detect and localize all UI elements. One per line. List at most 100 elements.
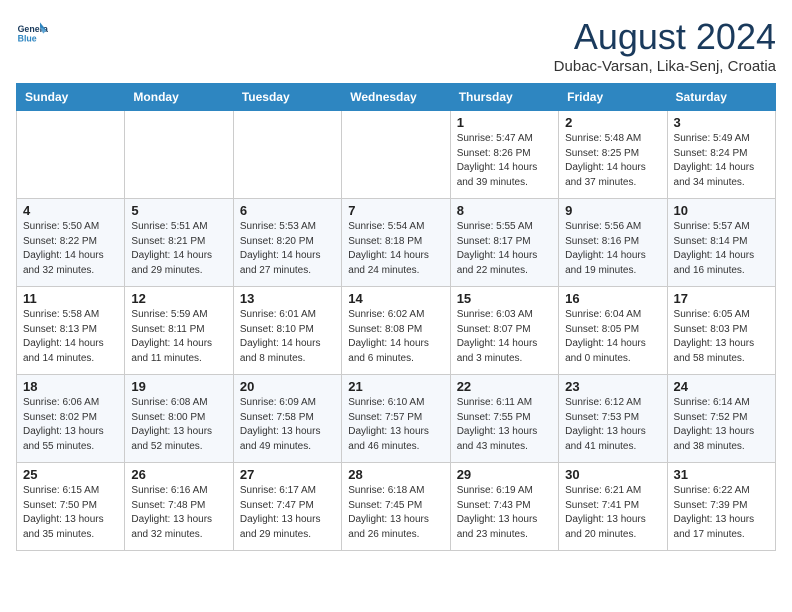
day-info: Sunrise: 6:21 AM Sunset: 7:41 PM Dayligh… — [565, 484, 660, 542]
day-number: 2 — [565, 115, 660, 130]
day-number: 31 — [674, 467, 769, 482]
day-info: Sunrise: 6:11 AM Sunset: 7:55 PM Dayligh… — [457, 396, 552, 454]
day-info: Sunrise: 6:06 AM Sunset: 8:02 PM Dayligh… — [23, 396, 118, 454]
day-info: Sunrise: 5:51 AM Sunset: 8:21 PM Dayligh… — [131, 220, 226, 278]
day-number: 14 — [348, 291, 443, 306]
day-number: 13 — [240, 291, 335, 306]
weekday-header: Monday — [125, 84, 233, 111]
day-number: 27 — [240, 467, 335, 482]
day-info: Sunrise: 6:18 AM Sunset: 7:45 PM Dayligh… — [348, 484, 443, 542]
day-info: Sunrise: 5:53 AM Sunset: 8:20 PM Dayligh… — [240, 220, 335, 278]
weekday-header: Friday — [559, 84, 667, 111]
calendar-day-cell: 13 Sunrise: 6:01 AM Sunset: 8:10 PM Dayli… — [233, 287, 341, 375]
day-info: Sunrise: 5:54 AM Sunset: 8:18 PM Dayligh… — [348, 220, 443, 278]
calendar-day-cell: 18 Sunrise: 6:06 AM Sunset: 8:02 PM Dayli… — [17, 375, 125, 463]
calendar-day-cell: 7 Sunrise: 5:54 AM Sunset: 8:18 PM Daylig… — [342, 199, 450, 287]
day-number: 10 — [674, 203, 769, 218]
calendar-week-row: 25 Sunrise: 6:15 AM Sunset: 7:50 PM Dayli… — [17, 463, 776, 551]
day-number: 5 — [131, 203, 226, 218]
calendar-day-cell: 4 Sunrise: 5:50 AM Sunset: 8:22 PM Daylig… — [17, 199, 125, 287]
calendar-day-cell: 5 Sunrise: 5:51 AM Sunset: 8:21 PM Daylig… — [125, 199, 233, 287]
weekday-header: Saturday — [667, 84, 775, 111]
day-number: 1 — [457, 115, 552, 130]
calendar-day-cell: 28 Sunrise: 6:18 AM Sunset: 7:45 PM Dayli… — [342, 463, 450, 551]
day-number: 16 — [565, 291, 660, 306]
calendar-day-cell: 11 Sunrise: 5:58 AM Sunset: 8:13 PM Dayli… — [17, 287, 125, 375]
day-info: Sunrise: 5:57 AM Sunset: 8:14 PM Dayligh… — [674, 220, 769, 278]
day-info: Sunrise: 6:03 AM Sunset: 8:07 PM Dayligh… — [457, 308, 552, 366]
day-number: 20 — [240, 379, 335, 394]
weekday-header: Wednesday — [342, 84, 450, 111]
svg-text:Blue: Blue — [18, 34, 37, 44]
calendar-day-cell: 31 Sunrise: 6:22 AM Sunset: 7:39 PM Dayli… — [667, 463, 775, 551]
day-number: 12 — [131, 291, 226, 306]
day-info: Sunrise: 6:19 AM Sunset: 7:43 PM Dayligh… — [457, 484, 552, 542]
calendar-day-cell: 9Sunrise: 5:56 AM Sunset: 8:16 PM Daylig… — [559, 199, 667, 287]
day-info: Sunrise: 6:09 AM Sunset: 7:58 PM Dayligh… — [240, 396, 335, 454]
month-year-title: August 2024 — [554, 16, 776, 58]
day-info: Sunrise: 6:15 AM Sunset: 7:50 PM Dayligh… — [23, 484, 118, 542]
calendar-day-cell: 10 Sunrise: 5:57 AM Sunset: 8:14 PM Dayli… — [667, 199, 775, 287]
calendar-day-cell — [17, 111, 125, 199]
calendar-day-cell: 23Sunrise: 6:12 AM Sunset: 7:53 PM Dayli… — [559, 375, 667, 463]
day-info: Sunrise: 6:10 AM Sunset: 7:57 PM Dayligh… — [348, 396, 443, 454]
calendar-day-cell: 24 Sunrise: 6:14 AM Sunset: 7:52 PM Dayli… — [667, 375, 775, 463]
calendar-header-row: SundayMondayTuesdayWednesdayThursdayFrid… — [17, 84, 776, 111]
day-number: 15 — [457, 291, 552, 306]
calendar-day-cell: 8 Sunrise: 5:55 AM Sunset: 8:17 PM Daylig… — [450, 199, 558, 287]
calendar-day-cell: 1 Sunrise: 5:47 AM Sunset: 8:26 PM Daylig… — [450, 111, 558, 199]
day-info: Sunrise: 6:14 AM Sunset: 7:52 PM Dayligh… — [674, 396, 769, 454]
day-info: Sunrise: 6:02 AM Sunset: 8:08 PM Dayligh… — [348, 308, 443, 366]
day-info: Sunrise: 5:55 AM Sunset: 8:17 PM Dayligh… — [457, 220, 552, 278]
day-info: Sunrise: 5:49 AM Sunset: 8:24 PM Dayligh… — [674, 132, 769, 190]
calendar-day-cell: 29 Sunrise: 6:19 AM Sunset: 7:43 PM Dayli… — [450, 463, 558, 551]
title-block: August 2024 Dubac-Varsan, Lika-Senj, Cro… — [554, 16, 776, 75]
day-info: Sunrise: 5:59 AM Sunset: 8:11 PM Dayligh… — [131, 308, 226, 366]
day-number: 26 — [131, 467, 226, 482]
day-info: Sunrise: 5:48 AM Sunset: 8:25 PM Dayligh… — [565, 132, 660, 190]
day-info: Sunrise: 6:22 AM Sunset: 7:39 PM Dayligh… — [674, 484, 769, 542]
calendar-day-cell: 17Sunrise: 6:05 AM Sunset: 8:03 PM Dayli… — [667, 287, 775, 375]
day-number: 28 — [348, 467, 443, 482]
page-header: General Blue August 2024 Dubac-Varsan, L… — [16, 16, 776, 75]
day-info: Sunrise: 6:01 AM Sunset: 8:10 PM Dayligh… — [240, 308, 335, 366]
calendar-week-row: 11 Sunrise: 5:58 AM Sunset: 8:13 PM Dayli… — [17, 287, 776, 375]
calendar-day-cell: 25 Sunrise: 6:15 AM Sunset: 7:50 PM Dayli… — [17, 463, 125, 551]
calendar-day-cell: 16 Sunrise: 6:04 AM Sunset: 8:05 PM Dayli… — [559, 287, 667, 375]
day-number: 17 — [674, 291, 769, 306]
calendar-day-cell: 12 Sunrise: 5:59 AM Sunset: 8:11 PM Dayli… — [125, 287, 233, 375]
day-number: 7 — [348, 203, 443, 218]
day-number: 24 — [674, 379, 769, 394]
day-number: 11 — [23, 291, 118, 306]
calendar-body: 1 Sunrise: 5:47 AM Sunset: 8:26 PM Daylig… — [17, 111, 776, 551]
day-info: Sunrise: 6:16 AM Sunset: 7:48 PM Dayligh… — [131, 484, 226, 542]
calendar-week-row: 1 Sunrise: 5:47 AM Sunset: 8:26 PM Daylig… — [17, 111, 776, 199]
day-number: 8 — [457, 203, 552, 218]
weekday-header: Sunday — [17, 84, 125, 111]
day-info: Sunrise: 5:47 AM Sunset: 8:26 PM Dayligh… — [457, 132, 552, 190]
day-number: 30 — [565, 467, 660, 482]
day-number: 25 — [23, 467, 118, 482]
day-number: 21 — [348, 379, 443, 394]
day-number: 18 — [23, 379, 118, 394]
day-number: 23 — [565, 379, 660, 394]
day-info: Sunrise: 5:58 AM Sunset: 8:13 PM Dayligh… — [23, 308, 118, 366]
calendar-day-cell: 6 Sunrise: 5:53 AM Sunset: 8:20 PM Daylig… — [233, 199, 341, 287]
calendar-day-cell — [233, 111, 341, 199]
calendar-day-cell: 14 Sunrise: 6:02 AM Sunset: 8:08 PM Dayli… — [342, 287, 450, 375]
calendar-day-cell: 2 Sunrise: 5:48 AM Sunset: 8:25 PM Daylig… — [559, 111, 667, 199]
day-info: Sunrise: 5:50 AM Sunset: 8:22 PM Dayligh… — [23, 220, 118, 278]
logo: General Blue — [16, 16, 48, 48]
day-number: 4 — [23, 203, 118, 218]
calendar-week-row: 4 Sunrise: 5:50 AM Sunset: 8:22 PM Daylig… — [17, 199, 776, 287]
day-info: Sunrise: 6:04 AM Sunset: 8:05 PM Dayligh… — [565, 308, 660, 366]
day-number: 29 — [457, 467, 552, 482]
day-number: 6 — [240, 203, 335, 218]
day-number: 3 — [674, 115, 769, 130]
calendar-day-cell: 20 Sunrise: 6:09 AM Sunset: 7:58 PM Dayli… — [233, 375, 341, 463]
day-info: Sunrise: 5:56 AM Sunset: 8:16 PM Dayligh… — [565, 220, 660, 278]
calendar-day-cell: 30 Sunrise: 6:21 AM Sunset: 7:41 PM Dayli… — [559, 463, 667, 551]
calendar-day-cell: 15 Sunrise: 6:03 AM Sunset: 8:07 PM Dayli… — [450, 287, 558, 375]
calendar-day-cell: 19Sunrise: 6:08 AM Sunset: 8:00 PM Dayli… — [125, 375, 233, 463]
calendar-day-cell: 3 Sunrise: 5:49 AM Sunset: 8:24 PM Daylig… — [667, 111, 775, 199]
